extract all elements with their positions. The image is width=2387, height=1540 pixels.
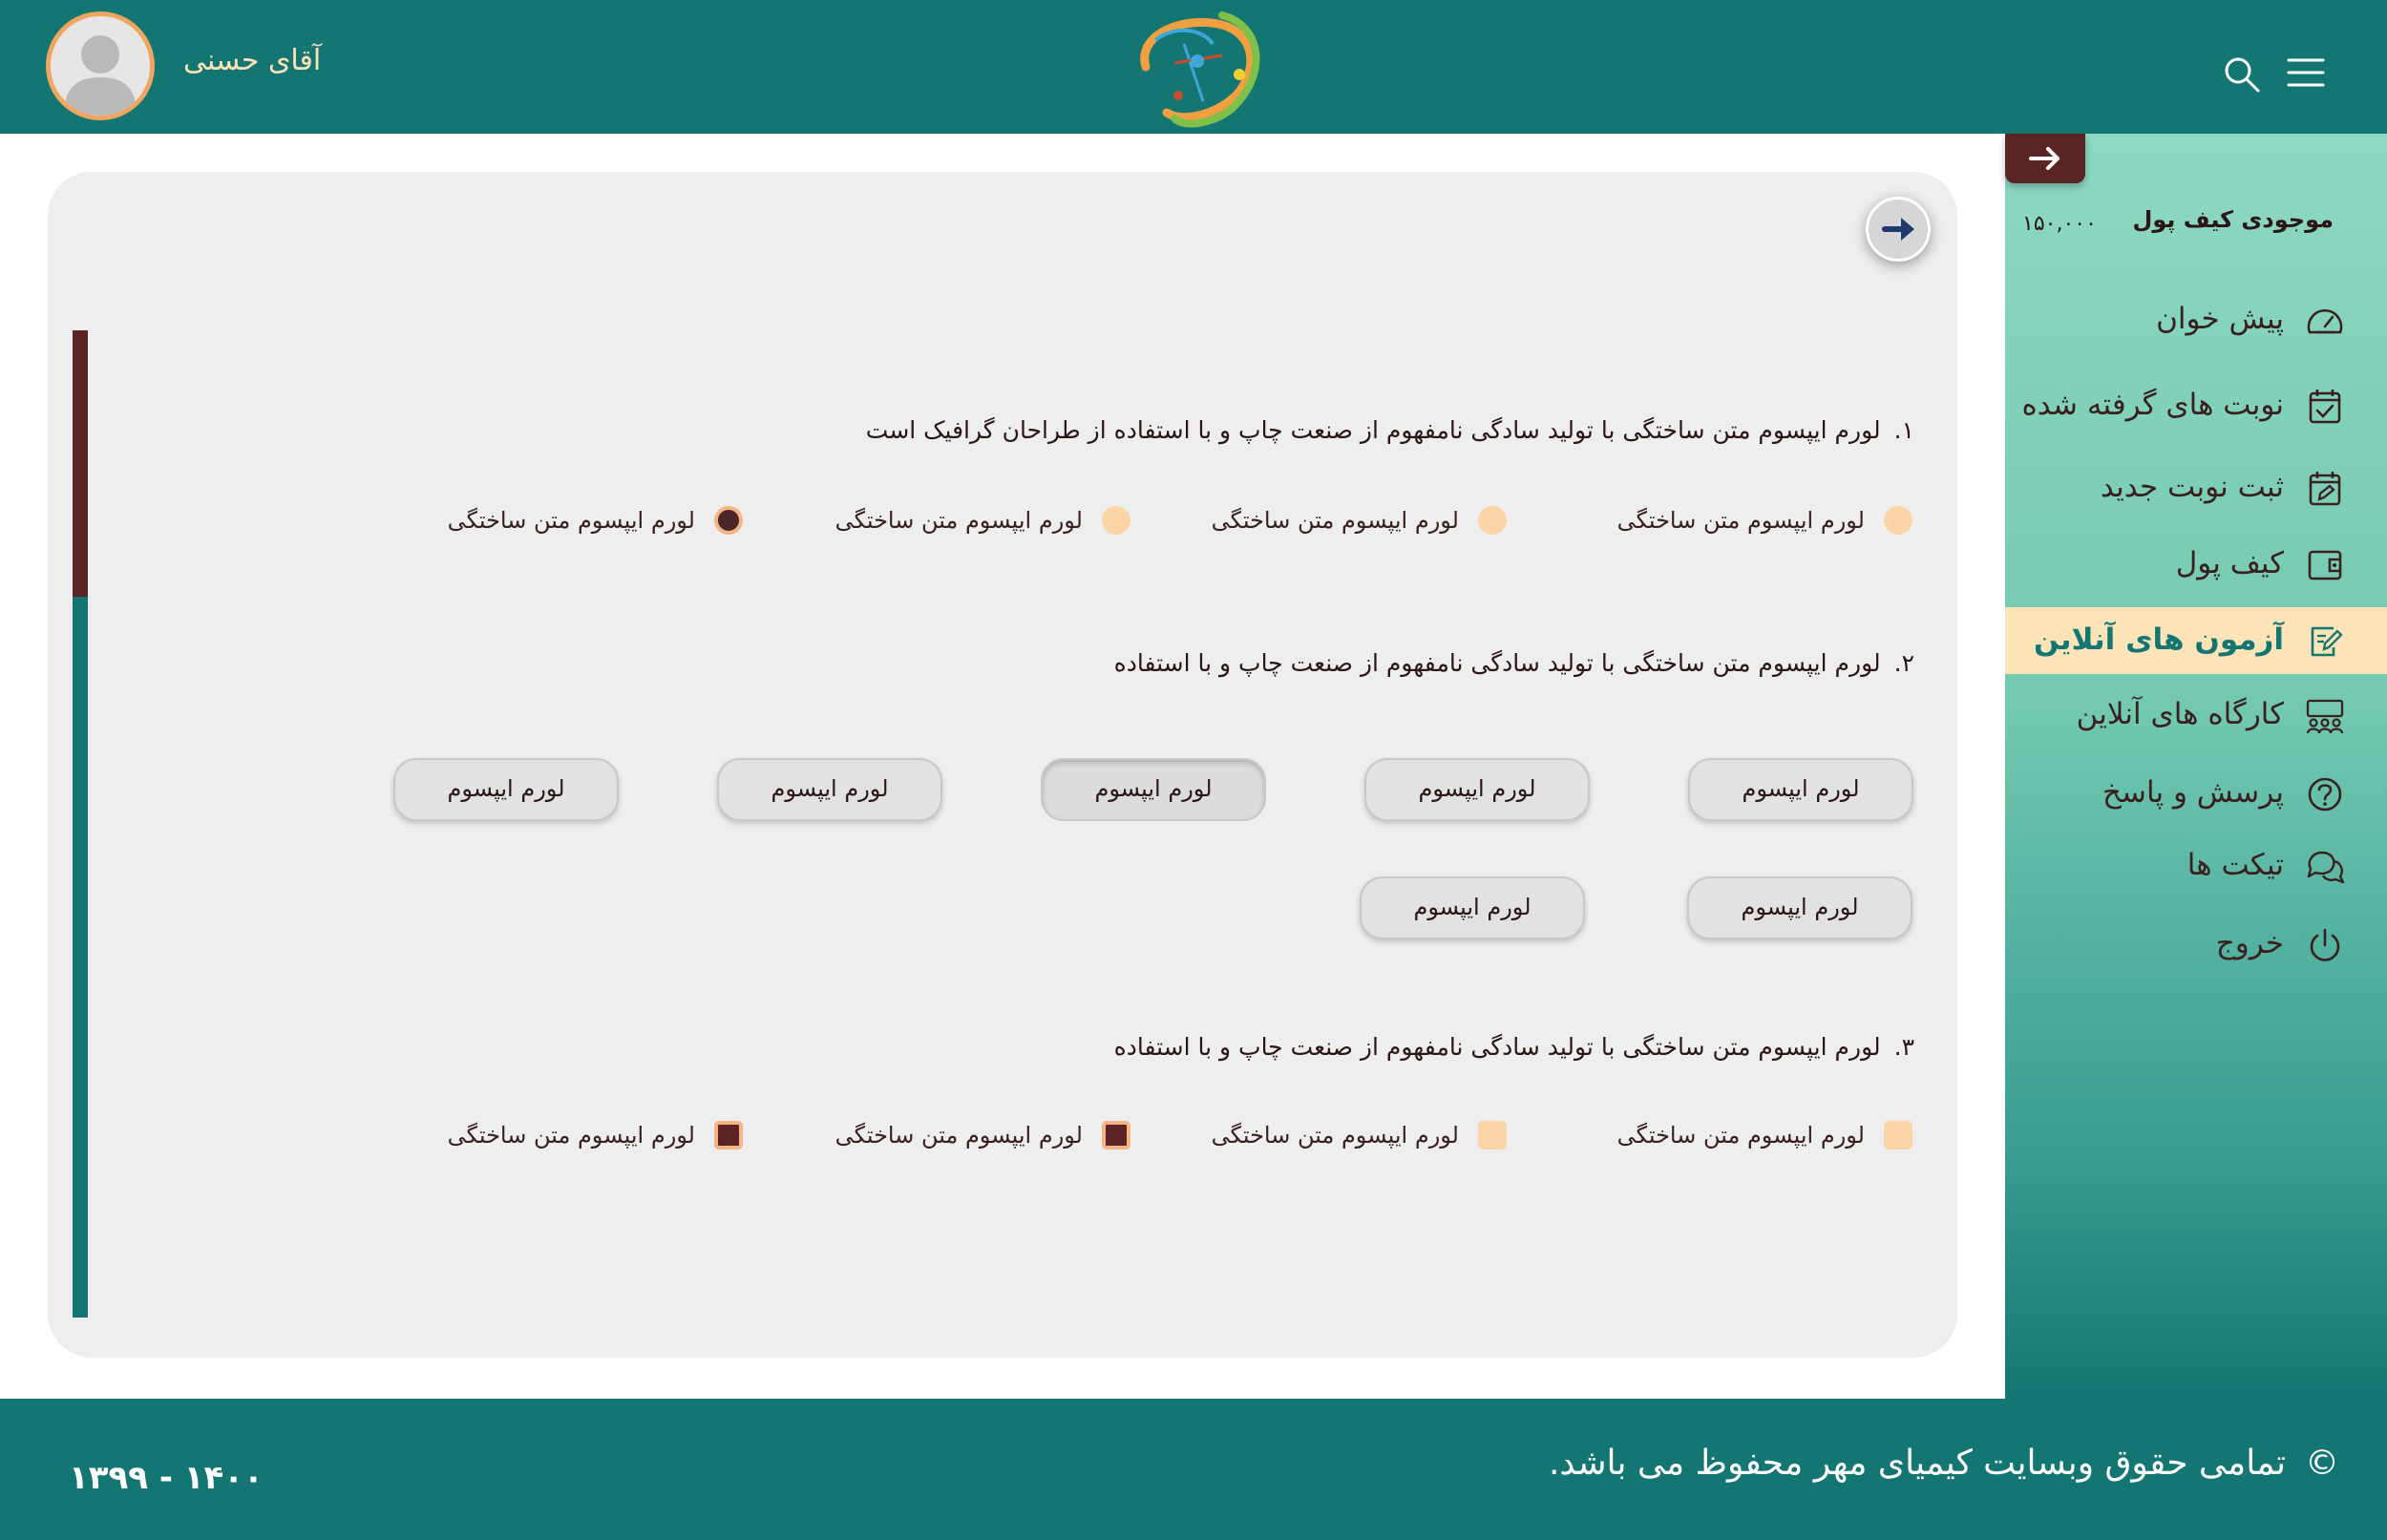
sidebar-item-label: خروج: [2215, 926, 2284, 960]
option-label: لورم ایپسوم متن ساختگی: [447, 1122, 695, 1149]
chat-bubbles-icon: [2307, 851, 2345, 884]
q3-option-3[interactable]: لورم ایپسوم متن ساختگی: [835, 1121, 1130, 1159]
radio-button-selected[interactable]: [714, 506, 743, 535]
option-label: لورم ایپسوم متن ساختگی: [1616, 1122, 1865, 1149]
question-text: لورم ایپسوم متن ساختگی با تولید سادگی نا…: [865, 416, 1881, 444]
question-1: ۱. لورم ایپسوم متن ساختگی با تولید سادگی …: [866, 416, 1914, 444]
wallet-icon: [2308, 550, 2342, 580]
radio-button[interactable]: [1884, 506, 1912, 535]
checkbox[interactable]: [1884, 1121, 1912, 1150]
q1-option-2[interactable]: لورم ایپسوم متن ساختگی: [1212, 506, 1507, 544]
sidebar-item-new-appointment[interactable]: ثبت نوبت جدید: [2005, 454, 2387, 521]
sidebar-item-dashboard[interactable]: پیش خوان: [2005, 286, 2387, 353]
checkbox[interactable]: [1478, 1121, 1507, 1150]
q1-option-3[interactable]: لورم ایپسوم متن ساختگی: [835, 506, 1130, 544]
option-label: لورم ایپسوم متن ساختگی: [834, 507, 1083, 534]
footer-copyright: © تمامی حقوق وبسایت کیمیای مهر محفوظ می ب…: [1549, 1444, 2339, 1483]
footer-years: ۱۳۹۹ - ۱۴۰۰: [69, 1459, 264, 1497]
exam-progress-fill: [73, 330, 88, 597]
question-number: ۳.: [1893, 1033, 1914, 1061]
q3-option-1[interactable]: لورم ایپسوم متن ساختگی: [1617, 1121, 1912, 1159]
question-3: ۳. لورم ایپسوم متن ساختگی با تولید سادگی …: [1114, 1033, 1914, 1061]
copyright-text: تمامی حقوق وبسایت کیمیای مهر محفوظ می با…: [1548, 1444, 2286, 1483]
sidebar-item-label: ثبت نوبت جدید: [2100, 470, 2284, 504]
sidebar-toggle-button[interactable]: [2005, 134, 2085, 183]
checkbox-checked[interactable]: [714, 1121, 743, 1150]
exam-edit-icon: [2311, 626, 2343, 657]
copyright-icon: ©: [2305, 1444, 2339, 1483]
user-name: آقای حسنی: [183, 44, 322, 77]
q1-option-4[interactable]: لورم ایپسوم متن ساختگی: [448, 506, 743, 544]
sidebar-item-logout[interactable]: خروج: [2005, 911, 2387, 978]
radio-button[interactable]: [1478, 506, 1507, 535]
radio-button[interactable]: [1102, 506, 1130, 535]
option-label: لورم ایپسوم متن ساختگی: [1211, 507, 1459, 534]
sidebar-item-online-workshops[interactable]: کارگاه های آنلاین: [2005, 682, 2387, 749]
question-2: ۲. لورم ایپسوم متن ساختگی با تولید سادگی …: [1114, 649, 1914, 677]
calendar-check-icon: [2309, 390, 2341, 424]
q2-answer-button-1[interactable]: لورم ایپسوم: [1688, 758, 1913, 821]
option-label: لورم ایپسوم متن ساختگی: [1616, 507, 1865, 534]
sidebar-item-tickets[interactable]: تیکت ها: [2005, 833, 2387, 899]
question-text: لورم ایپسوم متن ساختگی با تولید سادگی نا…: [1113, 1033, 1881, 1061]
speedometer-icon: [2307, 309, 2343, 334]
option-label: لورم ایپسوم متن ساختگی: [834, 1122, 1083, 1149]
site-logo: [1140, 11, 1260, 128]
question-number: ۱.: [1893, 416, 1914, 444]
workshop-icon: [2306, 699, 2344, 734]
checkbox-checked[interactable]: [1102, 1121, 1130, 1150]
sidebar-item-label: کارگاه های آنلاین: [2076, 697, 2284, 731]
question-circle-icon: [2308, 777, 2342, 812]
hamburger-menu-icon[interactable]: [2286, 55, 2326, 90]
q1-option-1[interactable]: لورم ایپسوم متن ساختگی: [1617, 506, 1912, 544]
sidebar-item-faq[interactable]: پرسش و پاسخ: [2005, 760, 2387, 827]
sidebar-item-booked-appointments[interactable]: نوبت های گرفته شده: [2005, 372, 2387, 439]
sidebar-item-online-exams[interactable]: آزمون های آنلاین: [2005, 607, 2387, 674]
sidebar-item-label: کیف پول: [2175, 546, 2284, 580]
q2-answer-button-3[interactable]: لورم ایپسوم: [1041, 758, 1266, 821]
sidebar-item-label: نوبت های گرفته شده: [2021, 388, 2284, 422]
q2-answer-button-5[interactable]: لورم ایپسوم: [393, 758, 619, 821]
option-label: لورم ایپسوم متن ساختگی: [1211, 1122, 1459, 1149]
option-label: لورم ایپسوم متن ساختگی: [447, 507, 695, 534]
question-text: لورم ایپسوم متن ساختگی با تولید سادگی نا…: [1113, 649, 1881, 677]
q3-option-4[interactable]: لورم ایپسوم متن ساختگی: [448, 1121, 743, 1159]
power-icon: [2310, 928, 2340, 961]
exam-panel: [48, 172, 1957, 1358]
next-question-button[interactable]: [1866, 197, 1931, 262]
sidebar-item-label: پرسش و پاسخ: [2102, 775, 2284, 810]
q2-answer-button-7[interactable]: لورم ایپسوم: [1360, 876, 1585, 939]
q2-answer-button-6[interactable]: لورم ایپسوم: [1687, 876, 1912, 939]
user-avatar[interactable]: [46, 11, 155, 120]
sidebar-item-wallet[interactable]: کیف پول: [2005, 531, 2387, 598]
wallet-balance-label: موجودی کیف پول: [2132, 206, 2334, 233]
q2-answer-button-2[interactable]: لورم ایپسوم: [1364, 758, 1590, 821]
sidebar-item-label: تیکت ها: [2186, 848, 2284, 882]
q2-answer-button-4[interactable]: لورم ایپسوم: [717, 758, 942, 821]
wallet-balance-amount: ۱۵۰,۰۰۰: [2022, 212, 2097, 236]
avatar-silhouette-icon: [51, 16, 150, 116]
calendar-edit-icon: [2309, 472, 2341, 506]
search-icon[interactable]: [2223, 55, 2261, 94]
arrow-right-icon: [1882, 218, 1914, 241]
sidebar-item-label: آزمون های آنلاین: [2033, 622, 2284, 657]
sidebar-item-label: پیش خوان: [2156, 302, 2284, 336]
q3-option-2[interactable]: لورم ایپسوم متن ساختگی: [1212, 1121, 1507, 1159]
question-number: ۲.: [1893, 649, 1914, 677]
arrow-right-icon: [2029, 147, 2060, 170]
